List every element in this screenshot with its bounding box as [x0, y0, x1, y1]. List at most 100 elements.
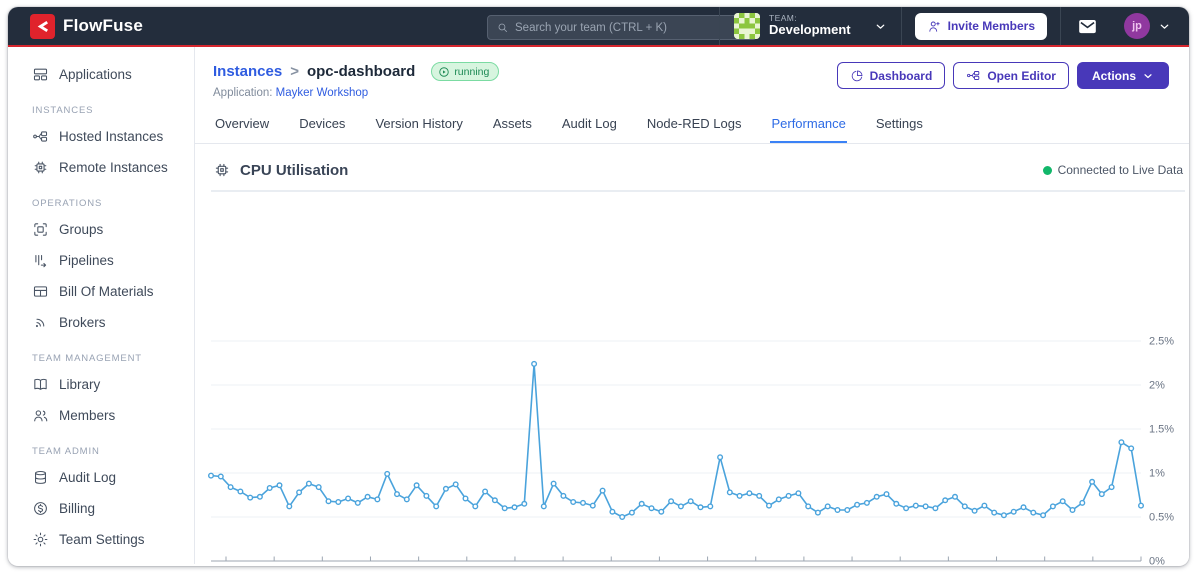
sidebar-item-billing[interactable]: Billing [8, 493, 194, 524]
sidebar-item-members[interactable]: Members [8, 400, 194, 431]
brand-name: FlowFuse [63, 16, 143, 35]
open-editor-button[interactable]: Open Editor [953, 62, 1069, 89]
bill-of-materials-icon [33, 286, 48, 297]
sidebar-item-remote-instances[interactable]: Remote Instances [8, 152, 194, 183]
breadcrumb-separator: > [290, 63, 299, 80]
sidebar-item-library[interactable]: Library [8, 369, 194, 400]
hosted-instances-icon [33, 131, 48, 142]
team-name: Development [768, 22, 851, 38]
team-selector[interactable]: TEAM: Development [720, 7, 901, 45]
library-icon [34, 378, 47, 390]
svg-text:2%: 2% [1149, 380, 1165, 392]
tab-performance[interactable]: Performance [770, 107, 847, 143]
status-badge: running [431, 62, 500, 81]
sidebar-item-label: Members [59, 408, 116, 423]
live-status-label: Connected to Live Data [1057, 163, 1183, 177]
chart-title: CPU Utilisation [240, 161, 349, 179]
sidebar-item-brokers[interactable]: Brokers [8, 307, 194, 338]
avatar: jp [1124, 13, 1150, 39]
tab-assets[interactable]: Assets [492, 107, 533, 143]
pipelines-icon [35, 255, 47, 268]
node-red-flow-icon [967, 71, 980, 80]
pie-chart-icon [851, 70, 863, 81]
tab-settings[interactable]: Settings [875, 107, 924, 143]
flowfuse-logo-icon [30, 13, 55, 39]
sidebar-item-applications[interactable]: Applications [8, 59, 194, 90]
sidebar-item-label: Hosted Instances [59, 129, 164, 144]
sidebar-section-heading: TEAM ADMIN [32, 446, 100, 457]
actions-button[interactable]: Actions [1076, 62, 1169, 89]
tab-devices[interactable]: Devices [298, 107, 346, 143]
sidebar-item-label: Audit Log [59, 470, 117, 485]
search-icon [498, 23, 507, 32]
remote-instances-icon [34, 161, 47, 174]
application-link[interactable]: Mayker Workshop [276, 87, 368, 99]
sidebar-item-audit-log[interactable]: Audit Log [8, 462, 194, 493]
cpu-chip-icon [215, 163, 229, 177]
chevron-down-icon [1144, 73, 1152, 78]
brand[interactable]: FlowFuse [8, 13, 143, 39]
breadcrumb: Instances > opc-dashboard running [213, 62, 500, 81]
groups-icon [34, 223, 47, 236]
sidebar-item-label: Pipelines [59, 253, 114, 268]
tab-bar: Overview Devices Version History Assets Audi… [195, 107, 1189, 144]
sidebar-item-label: Library [59, 377, 101, 392]
sidebar-item-hosted-instances[interactable]: Hosted Instances [8, 121, 194, 152]
sidebar-section-heading: INSTANCES [32, 105, 94, 116]
live-status-dot-icon [1042, 165, 1052, 175]
sidebar-item-label: Applications [59, 67, 132, 82]
tab-node-red-logs[interactable]: Node-RED Logs [646, 107, 743, 143]
tab-overview[interactable]: Overview [214, 107, 270, 143]
sidebar-section-heading: OPERATIONS [32, 198, 103, 209]
sidebar-item-pipelines[interactable]: Pipelines [8, 245, 194, 276]
sidebar-item-label: Billing [59, 501, 96, 516]
svg-text:0.5%: 0.5% [1149, 512, 1174, 524]
sidebar: Applications INSTANCES Hosted Instances Rem… [8, 47, 195, 564]
team-avatar [733, 13, 760, 39]
invite-members-button[interactable]: Invite Members [914, 12, 1047, 40]
live-status: Connected to Live Data [1042, 163, 1183, 177]
cpu-utilisation-line-chart: 0%0.5%1%1.5%2%2.5%11:50:11 11:51:01 11:51:… [207, 336, 1174, 567]
breadcrumb-instances-link[interactable]: Instances [213, 63, 282, 80]
members-icon [34, 410, 48, 422]
tab-audit-log[interactable]: Audit Log [561, 107, 618, 143]
user-plus-icon [928, 21, 940, 32]
main-content: Instances > opc-dashboard running Applic… [195, 47, 1189, 567]
team-settings-icon [33, 532, 48, 547]
svg-text:1.5%: 1.5% [1149, 424, 1174, 436]
brokers-icon [35, 318, 45, 328]
page-title: opc-dashboard [306, 63, 416, 80]
sidebar-item-bill-of-materials[interactable]: Bill Of Materials [8, 276, 194, 307]
chevron-down-icon [876, 24, 884, 29]
search-box[interactable] [487, 15, 757, 40]
sidebar-section-heading: TEAM MANAGEMENT [32, 353, 142, 364]
app-window: FlowFuse TEAM: Development [8, 7, 1189, 566]
billing-icon [34, 502, 47, 515]
mail-icon [1079, 19, 1096, 33]
svg-text:1%: 1% [1149, 468, 1165, 480]
invite-members-label: Invite Members [947, 19, 1035, 33]
audit-log-icon [35, 470, 46, 484]
application-line: Application: Mayker Workshop [213, 87, 369, 99]
chevron-down-icon [1160, 24, 1169, 29]
navbar-right: TEAM: Development Invite Members jp [718, 7, 1189, 45]
sidebar-item-label: Bill Of Materials [59, 284, 154, 299]
svg-text:2.5%: 2.5% [1149, 336, 1174, 348]
svg-text:0%: 0% [1149, 556, 1165, 567]
status-text: running [454, 65, 490, 78]
sidebar-item-team-settings[interactable]: Team Settings [8, 524, 194, 555]
sidebar-item-label: Remote Instances [59, 160, 168, 175]
sidebar-item-label: Groups [59, 222, 104, 237]
notifications-button[interactable] [1061, 7, 1114, 45]
top-navbar: FlowFuse TEAM: Development [8, 7, 1189, 47]
sidebar-item-label: Team Settings [59, 532, 145, 547]
search-input[interactable] [515, 21, 748, 34]
tab-version-history[interactable]: Version History [374, 107, 463, 143]
dashboard-button[interactable]: Dashboard [836, 62, 946, 89]
applications-icon [33, 68, 48, 81]
panel-title-row: CPU Utilisation [213, 161, 348, 179]
play-circle-icon [439, 66, 450, 77]
sidebar-item-label: Brokers [59, 315, 106, 330]
sidebar-item-groups[interactable]: Groups [8, 214, 194, 245]
user-menu[interactable]: jp [1114, 7, 1189, 45]
